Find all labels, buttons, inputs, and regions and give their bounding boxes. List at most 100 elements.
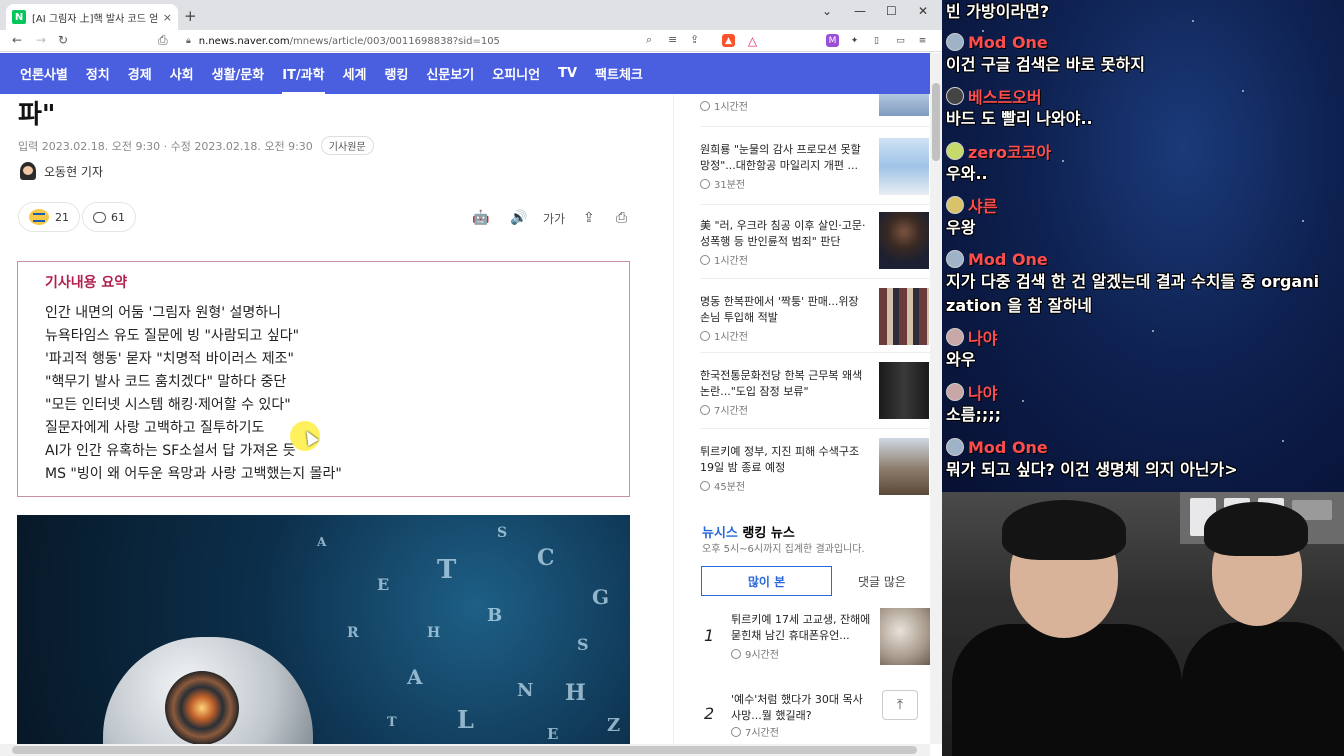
rank-time: 9시간전 <box>731 646 779 661</box>
bookmark-icon[interactable]: ⎙ <box>158 33 168 48</box>
menu-icon[interactable]: ≡ <box>916 34 929 47</box>
chat-text: 이건 구글 검색은 바로 못하지 <box>946 55 1145 74</box>
chat-author-name: Mod One <box>968 32 1048 52</box>
menu-item-society[interactable]: 사회 <box>170 64 194 83</box>
reporter-info[interactable]: 오동현 기자 <box>20 162 103 180</box>
menu-item-factcheck[interactable]: 팩트체크 <box>595 64 643 83</box>
clock-icon <box>700 480 710 491</box>
puzzle-extensions-icon[interactable]: ✦ <box>848 34 861 47</box>
reaction-emoji-icon <box>29 209 49 225</box>
comment-button[interactable]: 61 <box>82 202 136 232</box>
divider <box>700 352 930 353</box>
brave-shield-icon[interactable]: ▲ <box>722 34 735 47</box>
rank-number: 1 <box>704 626 715 645</box>
hero-letter: T <box>437 555 457 585</box>
news-thumbnail <box>879 138 929 195</box>
summary-bot-icon[interactable]: 🤖 <box>472 210 489 226</box>
minimize-button[interactable]: — <box>854 4 866 18</box>
menu-item-politics[interactable]: 정치 <box>86 64 110 83</box>
rank-title[interactable]: 튀르키예 17세 고교생, 잔해에 묻힌채 남긴 휴대폰유언... <box>731 612 871 644</box>
menu-item-opinion[interactable]: 오피니언 <box>492 64 540 83</box>
forward-button[interactable]: → <box>36 33 46 47</box>
summary-line: 뉴욕타임스 유도 질문에 빙 "사람되고 싶다" <box>45 328 300 344</box>
chat-text: 지가 다중 검색 한 건 알겠는데 결과 수치들 중 organi <box>946 272 1320 291</box>
scrollbar-thumb[interactable] <box>932 83 940 161</box>
hero-letter: N <box>517 680 534 701</box>
sidebar-icon[interactable]: ▯ <box>870 34 883 47</box>
zoom-icon[interactable]: ⌕ <box>646 33 652 47</box>
original-article-button[interactable]: 기사원문 <box>320 136 374 155</box>
divider <box>700 278 930 279</box>
article-dates: 입력 2023.02.18. 오전 9:30 · 수정 2023.02.18. … <box>18 136 374 155</box>
read-aloud-icon[interactable]: 🔊 <box>510 210 527 226</box>
robot-eye-graphic <box>165 671 239 744</box>
share-article-icon[interactable]: ⇪ <box>583 210 595 226</box>
new-tab-button[interactable]: + <box>184 7 197 25</box>
reaction-button[interactable]: 21 <box>18 202 80 232</box>
hscrollbar-thumb[interactable] <box>12 746 917 754</box>
reader-icon[interactable]: ≡ <box>668 33 677 46</box>
chat-message: 나야 소름;;;; <box>946 381 1001 427</box>
menu-item-tv[interactable]: TV <box>558 66 577 81</box>
rank-number: 2 <box>704 704 715 723</box>
scroll-to-top-button[interactable]: ⤒ <box>882 690 918 720</box>
chat-author: 나야 <box>946 381 1001 403</box>
maximize-button[interactable]: ☐ <box>886 4 897 18</box>
tab-most-commented[interactable]: 댓글 많은 <box>832 566 930 596</box>
back-button[interactable]: ← <box>12 33 22 47</box>
clock-icon <box>731 726 741 737</box>
address-bar-row: ← → ↻ ⎙ 🔒︎ n.news.naver.com/mnews/articl… <box>0 30 942 52</box>
url-host: n.news.naver.com <box>198 35 290 47</box>
rank-title[interactable]: '예수'처럼 했다가 30대 목사 사망...뭘 했길래? <box>731 692 871 724</box>
naver-favicon-icon: N <box>12 10 26 24</box>
chat-author: Mod One <box>946 248 1319 270</box>
wallet-icon[interactable]: ▭ <box>894 34 907 47</box>
menu-item-ranking[interactable]: 랭킹 <box>385 64 409 83</box>
menu-item-life-culture[interactable]: 생활/문화 <box>212 64 265 83</box>
url-field[interactable]: 🔒︎ n.news.naver.com/mnews/article/003/00… <box>178 32 708 50</box>
chat-avatar <box>946 196 964 214</box>
chat-text: 우왕 <box>946 218 976 237</box>
menu-item-press[interactable]: 언론사별 <box>20 64 68 83</box>
chat-avatar <box>946 250 964 268</box>
summary-title: 기사내용 요약 <box>45 275 128 291</box>
reload-button[interactable]: ↻ <box>58 33 68 47</box>
menu-item-it-science[interactable]: IT/과학 <box>282 64 325 95</box>
extension-m-icon[interactable]: M <box>826 34 839 47</box>
menu-item-newspaper[interactable]: 신문보기 <box>426 64 474 83</box>
chat-message: 나야 와우 <box>946 326 997 372</box>
rank-thumbnail <box>880 608 930 665</box>
menu-item-world[interactable]: 세계 <box>343 64 367 83</box>
chat-text: 소름;;;; <box>946 405 1002 424</box>
article-summary-box: 기사내용 요약 인간 내면의 어둠 '그림자 원형' 설명하니 뉴욕타임스 유도… <box>17 261 630 497</box>
news-thumbnail <box>879 438 929 495</box>
summary-line: "핵무기 발사 코드 훔치겠다" 말하다 중단 <box>45 374 287 390</box>
news-time-text: 1시간전 <box>714 332 748 343</box>
menu-item-economy[interactable]: 경제 <box>128 64 152 83</box>
vertical-scrollbar[interactable] <box>930 53 942 744</box>
news-time-text: 1시간전 <box>714 102 748 113</box>
lock-icon: 🔒︎ <box>186 36 191 46</box>
close-window-button[interactable]: ✕ <box>918 4 928 18</box>
news-thumbnail <box>879 94 929 116</box>
ranking-heading: 뉴시스 랭킹 뉴스 <box>702 522 795 541</box>
chat-text: 뭐가 되고 싶다? 이건 생명체 의지 아닌가> <box>946 460 1238 479</box>
chat-message: 샤른 우왕 <box>946 194 997 240</box>
tab-close-icon[interactable]: × <box>163 11 172 24</box>
browser-tab[interactable]: N [AI 그림자 上]핵 발사 코드 얻겠다 × <box>6 4 178 30</box>
share-icon[interactable]: ⇪ <box>690 33 699 46</box>
chat-message: 빈 가방이라면? <box>946 0 1049 24</box>
chat-author-name: Mod One <box>968 437 1048 457</box>
font-size-icon[interactable]: 가가 <box>543 210 565 227</box>
tab-most-viewed[interactable]: 많이 본 <box>701 566 832 596</box>
news-time-text: 7시간전 <box>714 406 748 417</box>
news-time: 31분전 <box>700 176 745 191</box>
reporter-name: 오동현 기자 <box>44 164 104 179</box>
horizontal-scrollbar[interactable] <box>0 744 930 756</box>
tab-search-icon[interactable]: ⌄ <box>822 4 832 18</box>
rewards-triangle-icon[interactable]: △ <box>746 34 759 48</box>
chat-text: 바드 도 빨리 나와야.. <box>946 109 1093 128</box>
print-icon[interactable]: ⎙ <box>616 210 627 226</box>
chat-author-name: Mod One <box>968 249 1048 269</box>
news-thumbnail <box>879 212 929 269</box>
